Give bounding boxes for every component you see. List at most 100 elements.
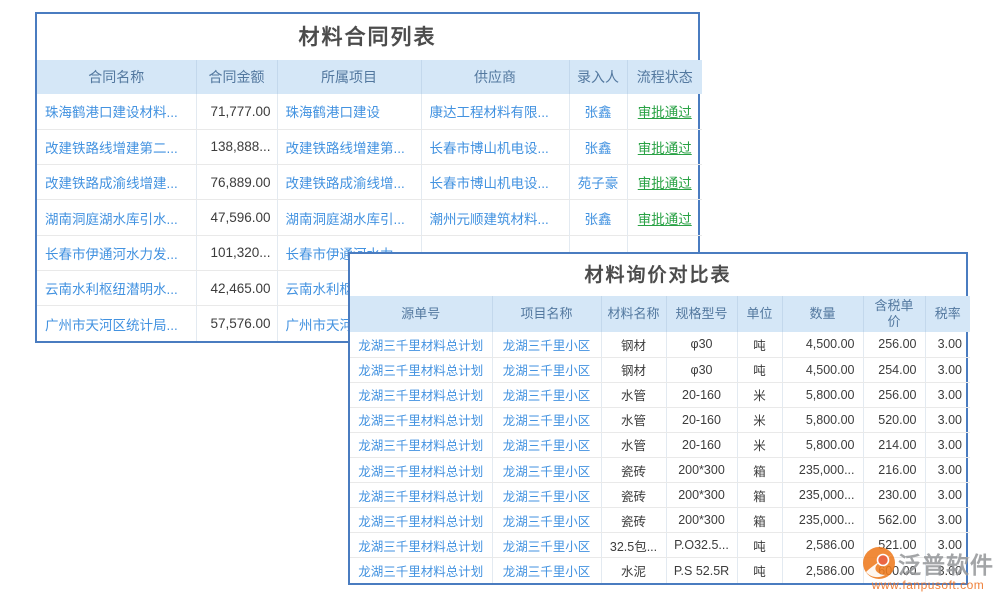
- table-cell[interactable]: 审批通过: [627, 165, 702, 200]
- table-cell[interactable]: 龙湖三千里材料总计划: [350, 357, 492, 382]
- col-header-recorder: 录入人: [569, 60, 627, 94]
- table-cell: 3.00: [925, 407, 970, 432]
- table-cell: 钢材: [601, 332, 666, 357]
- table-cell: 42,465.00: [196, 270, 277, 305]
- table-cell: 3.00: [925, 558, 970, 583]
- table-cell[interactable]: 龙湖三千里小区: [492, 457, 601, 482]
- table-cell: 3.00: [925, 533, 970, 558]
- table-row: 改建铁路成渝线增建...76,889.00改建铁路成渝线增...长春市博山机电设…: [37, 165, 702, 200]
- table-cell[interactable]: 龙湖三千里材料总计划: [350, 382, 492, 407]
- table-cell: 米: [737, 432, 782, 457]
- table-cell[interactable]: 龙湖三千里小区: [492, 407, 601, 432]
- table-cell: 138,888...: [196, 129, 277, 164]
- col-header-supplier: 供应商: [421, 60, 569, 94]
- table-cell: 瓷砖: [601, 483, 666, 508]
- inquiry-compare-title: 材料询价对比表: [350, 254, 966, 296]
- table-cell[interactable]: 审批通过: [627, 94, 702, 129]
- table-row: 龙湖三千里材料总计划龙湖三千里小区水管20-160米5,800.00256.00…: [350, 382, 970, 407]
- table-cell[interactable]: 湖南洞庭湖水库引水...: [37, 200, 196, 235]
- table-cell[interactable]: 长春市博山机电设...: [421, 165, 569, 200]
- table-cell[interactable]: 龙湖三千里材料总计划: [350, 407, 492, 432]
- table-cell: 水管: [601, 407, 666, 432]
- table-cell: 3.00: [925, 357, 970, 382]
- table-cell: 3.00: [925, 457, 970, 482]
- table-cell: 箱: [737, 457, 782, 482]
- table-row: 珠海鹤港口建设材料...71,777.00珠海鹤港口建设康达工程材料有限...张…: [37, 94, 702, 129]
- table-cell[interactable]: 苑子豪: [569, 165, 627, 200]
- table-cell[interactable]: 龙湖三千里小区: [492, 382, 601, 407]
- table-cell: 4,500.00: [782, 332, 863, 357]
- table-cell: 水泥: [601, 558, 666, 583]
- table-cell[interactable]: 龙湖三千里材料总计划: [350, 332, 492, 357]
- table-cell[interactable]: 珠海鹤港口建设材料...: [37, 94, 196, 129]
- table-cell: 钢材: [601, 357, 666, 382]
- col-header-contract-name: 合同名称: [37, 60, 196, 94]
- table-cell[interactable]: 龙湖三千里材料总计划: [350, 508, 492, 533]
- table-cell[interactable]: 龙湖三千里小区: [492, 483, 601, 508]
- table-cell: 216.00: [863, 457, 925, 482]
- table-cell: 600.00: [863, 558, 925, 583]
- table-cell[interactable]: 龙湖三千里小区: [492, 508, 601, 533]
- table-cell[interactable]: 改建铁路成渝线增...: [277, 165, 421, 200]
- table-cell: 米: [737, 382, 782, 407]
- table-cell: 20-160: [666, 432, 737, 457]
- table-cell[interactable]: 龙湖三千里材料总计划: [350, 558, 492, 583]
- header-row: 源单号 项目名称 材料名称 规格型号 单位 数量 含税单价 税率: [350, 296, 970, 332]
- table-cell[interactable]: 潮州元顺建筑材料...: [421, 200, 569, 235]
- table-row: 龙湖三千里材料总计划龙湖三千里小区钢材φ30吨4,500.00254.003.0…: [350, 357, 970, 382]
- col-header-source-no: 源单号: [350, 296, 492, 332]
- table-cell[interactable]: 审批通过: [627, 200, 702, 235]
- inquiry-table: 源单号 项目名称 材料名称 规格型号 单位 数量 含税单价 税率 龙湖三千里材料…: [350, 296, 970, 583]
- table-cell: 吨: [737, 332, 782, 357]
- table-cell[interactable]: 长春市博山机电设...: [421, 129, 569, 164]
- table-cell[interactable]: 龙湖三千里小区: [492, 432, 601, 457]
- table-row: 龙湖三千里材料总计划龙湖三千里小区瓷砖200*300箱235,000...230…: [350, 483, 970, 508]
- table-cell[interactable]: 长春市伊通河水力发...: [37, 235, 196, 270]
- table-cell: 箱: [737, 483, 782, 508]
- table-row: 龙湖三千里材料总计划龙湖三千里小区32.5包...P.O32.5...吨2,58…: [350, 533, 970, 558]
- table-cell[interactable]: 龙湖三千里材料总计划: [350, 432, 492, 457]
- table-cell: 57,576.00: [196, 306, 277, 341]
- table-cell[interactable]: 珠海鹤港口建设: [277, 94, 421, 129]
- col-header-unit: 单位: [737, 296, 782, 332]
- col-header-spec-model: 规格型号: [666, 296, 737, 332]
- contract-list-title: 材料合同列表: [37, 14, 698, 60]
- table-cell[interactable]: 龙湖三千里材料总计划: [350, 533, 492, 558]
- table-cell[interactable]: 改建铁路线增建第...: [277, 129, 421, 164]
- table-cell: 2,586.00: [782, 558, 863, 583]
- table-cell[interactable]: 龙湖三千里材料总计划: [350, 457, 492, 482]
- table-cell[interactable]: 湖南洞庭湖水库引...: [277, 200, 421, 235]
- table-cell: 200*300: [666, 508, 737, 533]
- table-cell[interactable]: 张鑫: [569, 94, 627, 129]
- table-cell[interactable]: 龙湖三千里小区: [492, 533, 601, 558]
- inquiry-table-body: 龙湖三千里材料总计划龙湖三千里小区钢材φ30吨4,500.00256.003.0…: [350, 332, 970, 583]
- table-cell[interactable]: 广州市天河区统计局...: [37, 306, 196, 341]
- table-cell: 5,800.00: [782, 382, 863, 407]
- table-cell: 箱: [737, 508, 782, 533]
- table-cell[interactable]: 龙湖三千里小区: [492, 332, 601, 357]
- table-cell: 32.5包...: [601, 533, 666, 558]
- table-cell[interactable]: 审批通过: [627, 129, 702, 164]
- table-cell: 47,596.00: [196, 200, 277, 235]
- page: 材料合同列表 合同名称 合同金额 所属项目 供应商 录入人 流程状态 珠海鹤港口…: [0, 0, 1000, 600]
- table-cell: 235,000...: [782, 508, 863, 533]
- table-cell[interactable]: 龙湖三千里小区: [492, 357, 601, 382]
- table-cell: 20-160: [666, 382, 737, 407]
- table-cell: 20-160: [666, 407, 737, 432]
- table-row: 龙湖三千里材料总计划龙湖三千里小区水管20-160米5,800.00214.00…: [350, 432, 970, 457]
- table-cell[interactable]: 改建铁路成渝线增建...: [37, 165, 196, 200]
- col-header-project: 所属项目: [277, 60, 421, 94]
- table-cell[interactable]: 龙湖三千里材料总计划: [350, 483, 492, 508]
- table-cell[interactable]: 张鑫: [569, 129, 627, 164]
- table-cell[interactable]: 龙湖三千里小区: [492, 558, 601, 583]
- table-cell[interactable]: 康达工程材料有限...: [421, 94, 569, 129]
- table-cell: 5,800.00: [782, 407, 863, 432]
- table-cell[interactable]: 张鑫: [569, 200, 627, 235]
- table-cell: 521.00: [863, 533, 925, 558]
- table-cell[interactable]: 云南水利枢纽潜明水...: [37, 270, 196, 305]
- col-header-contract-amount: 合同金额: [196, 60, 277, 94]
- table-cell: 520.00: [863, 407, 925, 432]
- table-cell: 214.00: [863, 432, 925, 457]
- table-cell: 254.00: [863, 357, 925, 382]
- table-cell[interactable]: 改建铁路线增建第二...: [37, 129, 196, 164]
